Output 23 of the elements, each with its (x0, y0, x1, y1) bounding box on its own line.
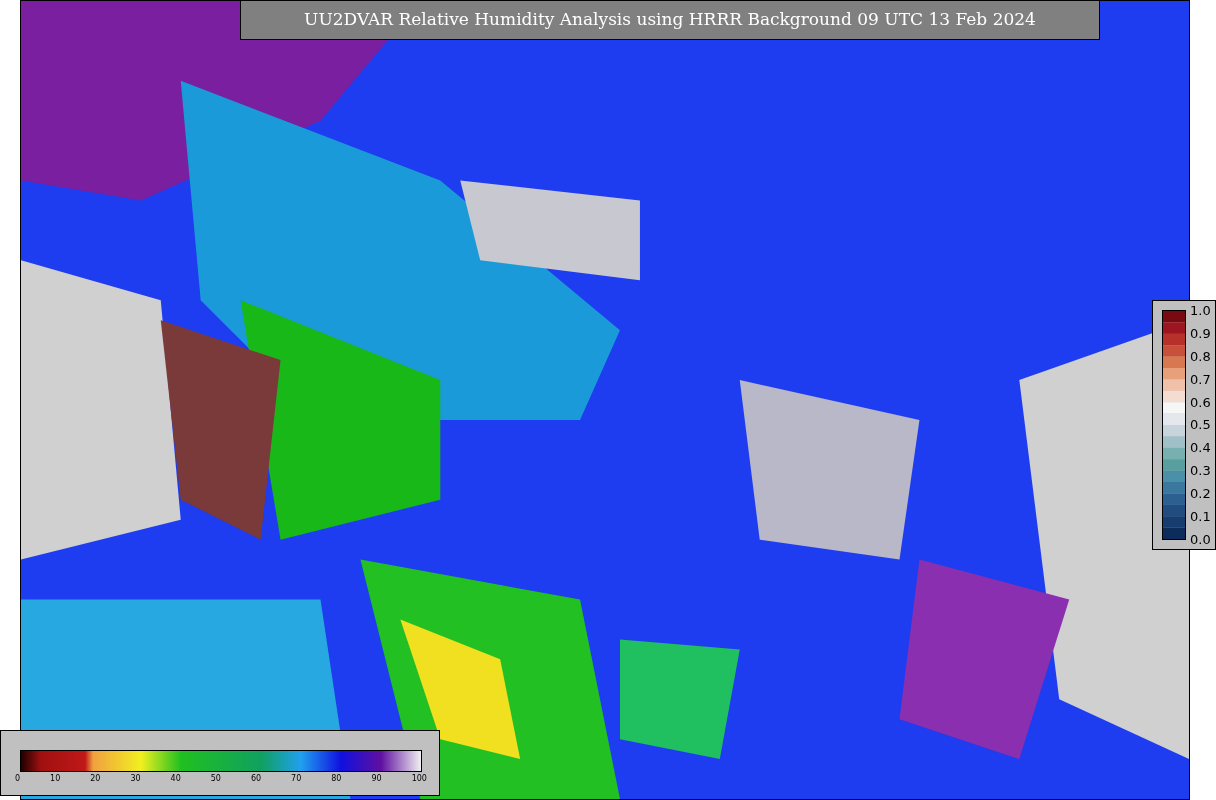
colorbar-label: 0.9 (1190, 326, 1211, 340)
colorbar-label: 0.1 (1190, 510, 1211, 523)
colorbar-label: 0.2 (1190, 487, 1211, 501)
colorbar-label: 80 (331, 774, 342, 784)
colorbar-label: 0.6 (1190, 395, 1211, 409)
colorbar-label: 0.7 (1190, 372, 1211, 386)
colorbar-label: 0.0 (1190, 532, 1211, 546)
colorbar-label: 30 (130, 774, 141, 784)
colorbar-label: 0.3 (1190, 464, 1211, 478)
colorbar-label: 20 (90, 774, 101, 784)
colorbar-label: 40 (170, 774, 181, 784)
colorbar-label: 0.4 (1190, 441, 1211, 455)
colorbar-label: 0.8 (1190, 349, 1211, 363)
colorbar-label: 60 (250, 774, 262, 784)
colorbar-label: 10 (50, 774, 61, 784)
colorbar-label: 100 (411, 774, 427, 784)
colorbar-label: 50 (210, 774, 221, 784)
colorbar-label: 70 (291, 774, 302, 784)
colorbar-label: 0.5 (1190, 418, 1211, 432)
colorbar-label: 0 (15, 774, 21, 784)
colorbar-label: 1.0 (1190, 304, 1211, 317)
map-title: UU2DVAR Relative Humidity Analysis using HRRR Background 09 UTC 13 Feb 2024 (240, 0, 1100, 40)
colorbar-label: 90 (371, 774, 382, 784)
